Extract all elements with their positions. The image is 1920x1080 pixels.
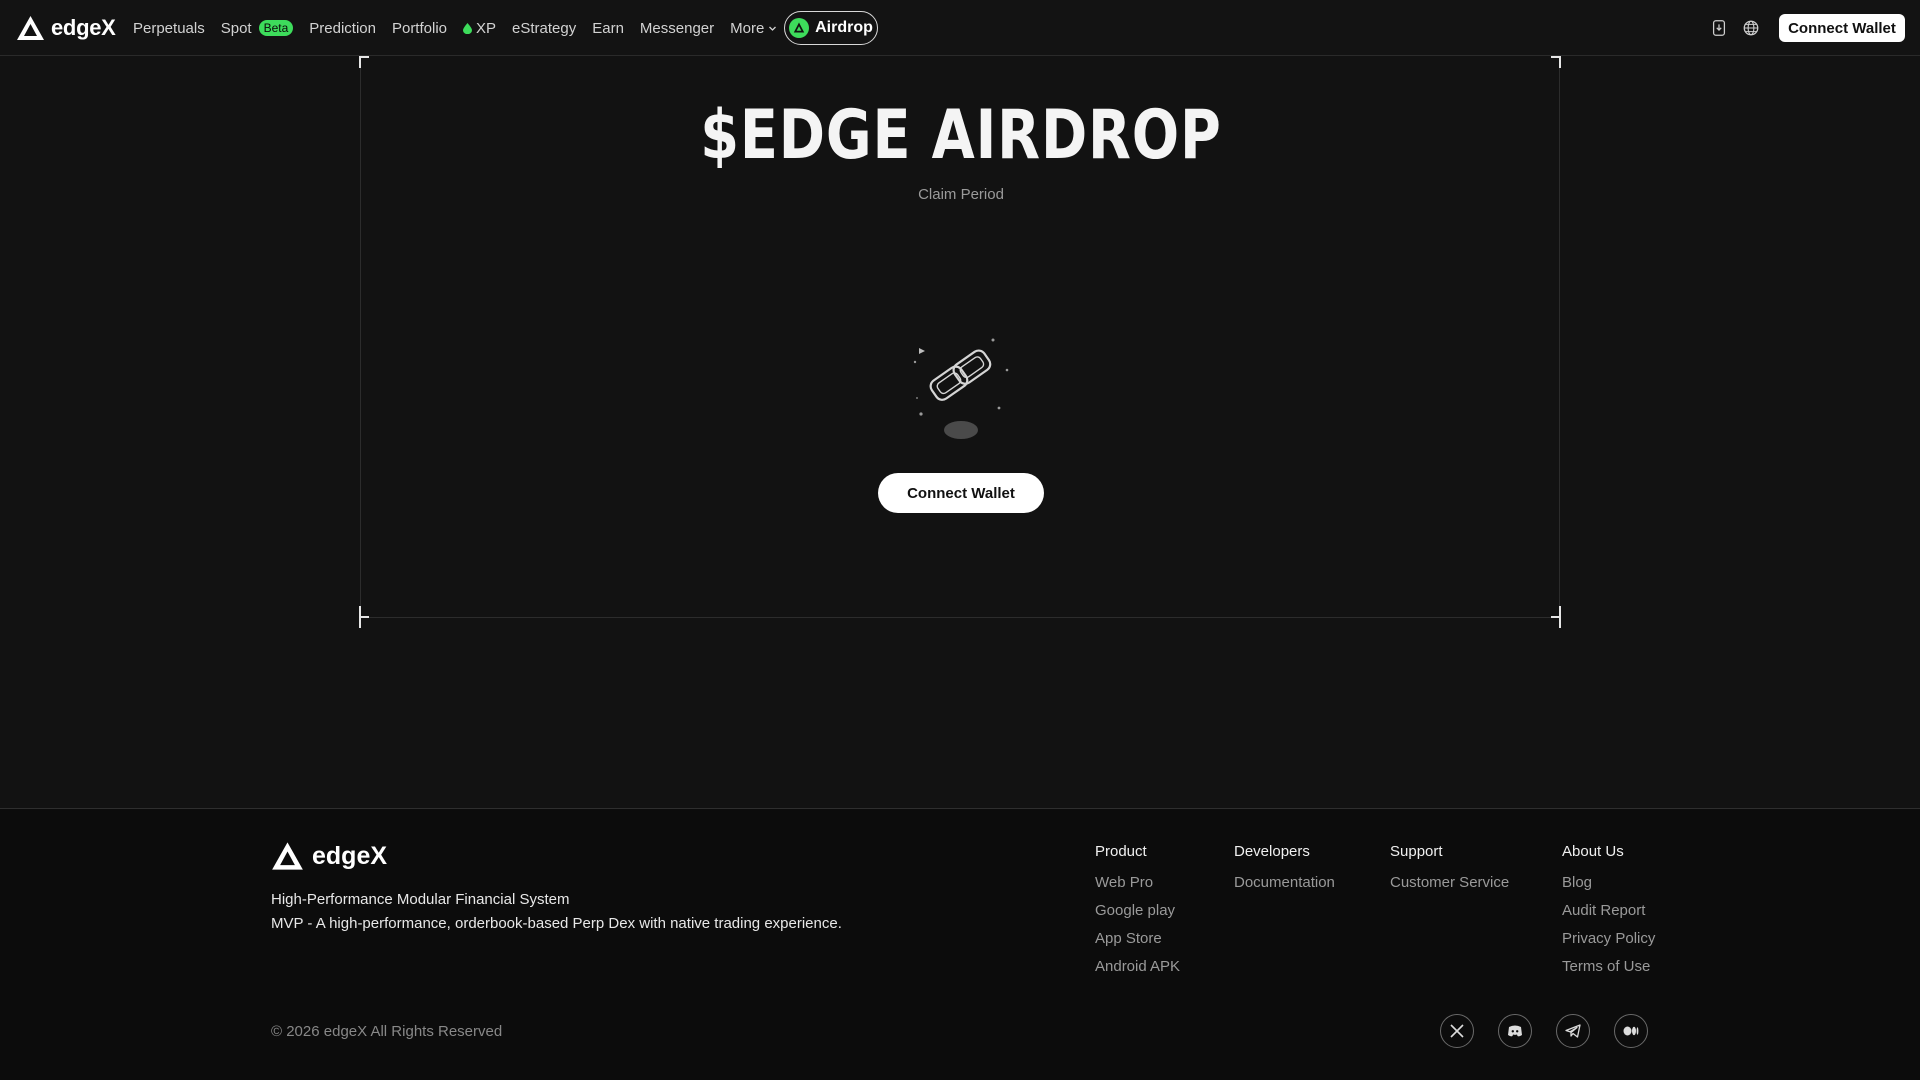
nav-portfolio[interactable]: Portfolio xyxy=(392,20,447,37)
airdrop-label: Airdrop xyxy=(815,19,873,36)
nav-perpetuals-label: Perpetuals xyxy=(133,19,205,37)
footer-column-product: Product Web Pro Google play App Store An… xyxy=(1095,843,1180,986)
footer-column-title: Developers xyxy=(1234,843,1310,860)
chevron-down-icon xyxy=(769,26,777,31)
nav-messenger-label: Messenger xyxy=(639,19,715,37)
broken-chain-icon xyxy=(913,338,1009,439)
main-nav: Perpetuals Spot Beta Prediction Portfoli… xyxy=(133,0,777,56)
page-title: $EDGE AIRDROP xyxy=(700,96,1222,175)
nav-more[interactable]: More xyxy=(730,20,777,37)
connect-wallet-button[interactable]: Connect Wallet xyxy=(878,473,1044,513)
edgex-logo[interactable]: edgeX xyxy=(16,14,116,42)
airdrop-panel: $EDGE AIRDROP Claim Period Connect Walle… xyxy=(359,56,1561,628)
airdrop-icon xyxy=(789,18,810,38)
top-navigation-bar: edgeX Perpetuals Spot Beta Prediction Po… xyxy=(0,0,1920,56)
nav-estrategy[interactable]: eStrategy xyxy=(512,20,576,37)
footer-link-android-apk[interactable]: Android APK xyxy=(1095,958,1180,986)
nav-more-label: More xyxy=(730,19,765,37)
footer-link-audit-report[interactable]: Audit Report xyxy=(1562,902,1655,930)
globe-icon[interactable] xyxy=(1741,18,1761,38)
footer-link-privacy-policy[interactable]: Privacy Policy xyxy=(1562,930,1655,958)
frame-corner-top-right xyxy=(1549,56,1561,78)
beta-badge: Beta xyxy=(258,20,294,36)
footer-link-web-pro[interactable]: Web Pro xyxy=(1095,874,1180,902)
medium-icon[interactable] xyxy=(1614,1014,1648,1048)
xp-drop-icon xyxy=(463,22,472,34)
x-icon[interactable] xyxy=(1440,1014,1474,1048)
nav-messenger[interactable]: Messenger xyxy=(640,20,714,37)
footer-column-developers: Developers Documentation xyxy=(1234,843,1335,902)
footer-link-terms-of-use[interactable]: Terms of Use xyxy=(1562,958,1655,986)
header-connect-wallet-button[interactable]: Connect Wallet xyxy=(1779,14,1905,42)
footer: edgeX High-Performance Modular Financial… xyxy=(0,808,1920,1080)
footer-logo[interactable]: edgeX xyxy=(271,841,387,871)
footer-column-title: Product xyxy=(1095,843,1147,860)
nav-estrategy-label: eStrategy xyxy=(512,19,577,37)
nav-spot-label: Spot xyxy=(220,19,252,37)
discord-icon[interactable] xyxy=(1498,1014,1532,1048)
footer-column-about-us: About Us Blog Audit Report Privacy Polic… xyxy=(1562,843,1655,986)
footer-description: MVP - A high-performance, orderbook-base… xyxy=(271,915,842,932)
footer-tagline: High-Performance Modular Financial Syste… xyxy=(271,891,570,908)
nav-xp-label: XP xyxy=(476,19,497,37)
footer-column-support: Support Customer Service xyxy=(1390,843,1509,902)
footer-link-blog[interactable]: Blog xyxy=(1562,874,1655,902)
frame-corner-top-left xyxy=(359,56,371,78)
telegram-icon[interactable] xyxy=(1556,1014,1590,1048)
footer-link-documentation[interactable]: Documentation xyxy=(1234,874,1335,902)
nav-earn[interactable]: Earn xyxy=(592,20,624,37)
frame-corner-bottom-right xyxy=(1549,606,1561,628)
frame-corner-bottom-left xyxy=(359,606,371,628)
copyright-text: © 2026 edgeX All Rights Reserved xyxy=(271,1023,503,1040)
nav-xp[interactable]: XP xyxy=(463,20,496,37)
nav-portfolio-label: Portfolio xyxy=(391,19,447,37)
edgex-logo-icon xyxy=(17,16,44,40)
nav-earn-label: Earn xyxy=(592,19,624,37)
footer-link-app-store[interactable]: App Store xyxy=(1095,930,1180,958)
nav-prediction-label: Prediction xyxy=(309,19,376,37)
edgex-logo-icon xyxy=(272,842,303,870)
footer-column-title: Support xyxy=(1390,843,1443,860)
footer-link-google-play[interactable]: Google play xyxy=(1095,902,1180,930)
claim-period-label: Claim Period xyxy=(918,186,1004,203)
nav-prediction[interactable]: Prediction xyxy=(309,20,376,37)
footer-link-customer-service[interactable]: Customer Service xyxy=(1390,874,1509,902)
nav-perpetuals[interactable]: Perpetuals xyxy=(133,20,205,37)
footer-column-title: About Us xyxy=(1562,843,1624,860)
download-app-icon[interactable] xyxy=(1709,18,1729,38)
footer-brand-name: edgeX xyxy=(312,841,388,870)
brand-name: edgeX xyxy=(51,15,116,40)
airdrop-button[interactable]: Airdrop xyxy=(784,11,878,45)
nav-spot[interactable]: Spot Beta xyxy=(221,20,294,37)
